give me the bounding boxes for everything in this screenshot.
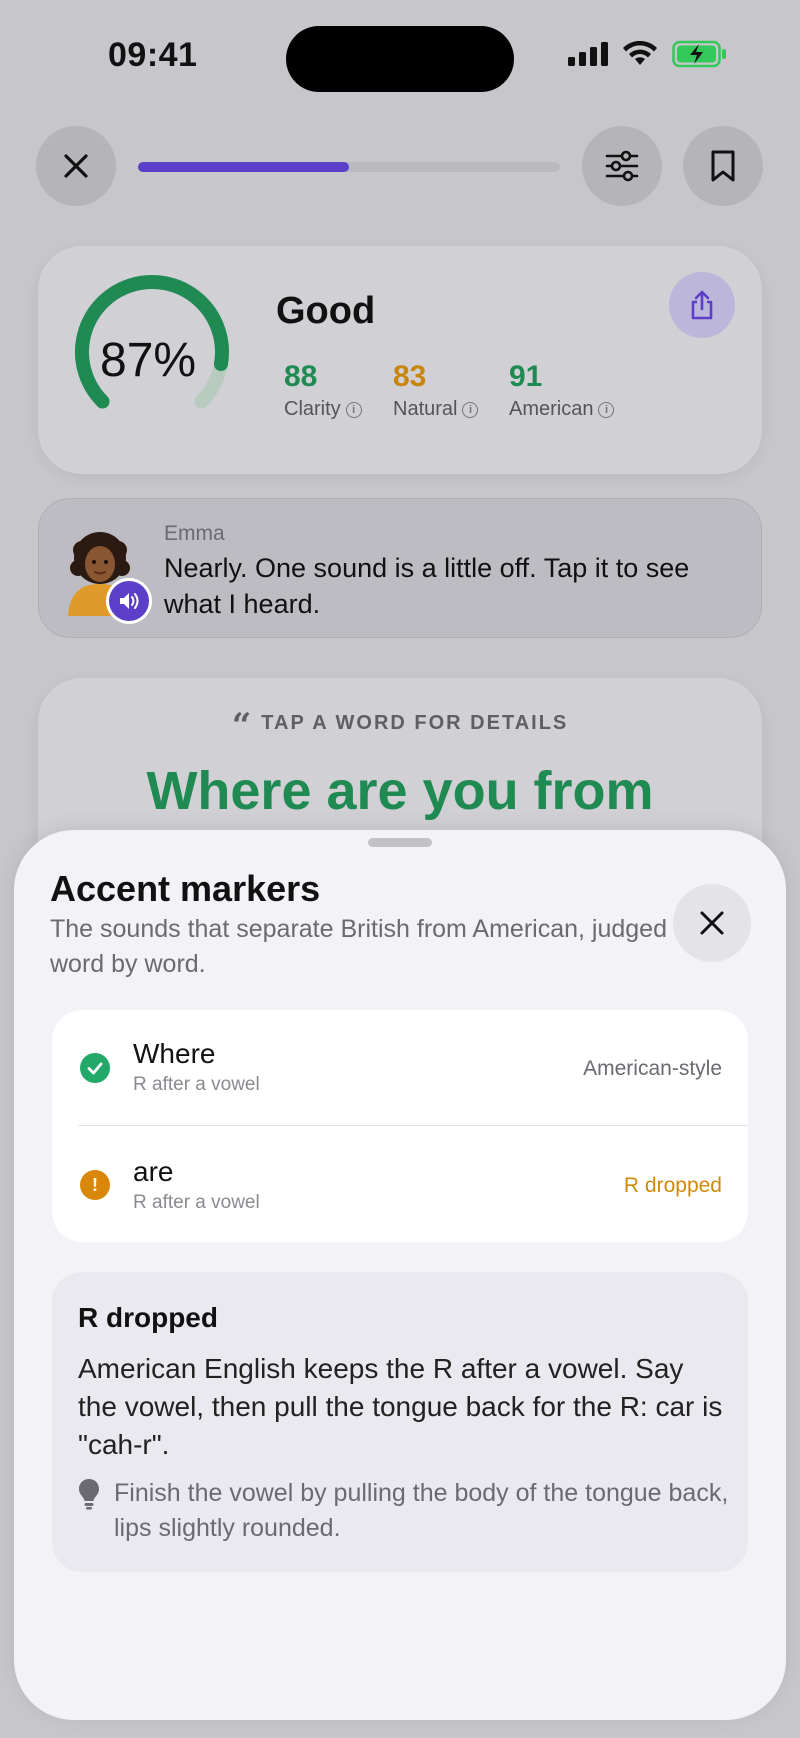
sheet-subtitle: The sounds that separate British from Am… (50, 915, 667, 978)
dynamic-island (286, 26, 514, 92)
marker-status: R dropped (623, 1174, 722, 1197)
score-percent: 87% (100, 334, 197, 387)
sliders-icon (605, 150, 639, 182)
metric-natural[interactable]: 83 Natural i (393, 360, 479, 421)
coach-message: Nearly. One sound is a little off. Tap i… (164, 553, 690, 619)
settings-button[interactable] (582, 126, 662, 206)
check-icon (80, 1053, 110, 1083)
info-icon[interactable]: i (598, 401, 615, 418)
score-grade: Good (276, 290, 376, 332)
quote-icon: “ (231, 706, 254, 746)
play-audio-button[interactable] (106, 578, 152, 624)
sheet-title: Accent markers (50, 868, 321, 909)
share-button[interactable] (669, 272, 735, 338)
cellular-signal-icon (568, 42, 608, 66)
sheet-grabber[interactable] (368, 838, 432, 847)
metric-label: Clarity (284, 398, 341, 420)
tap-hint: “ TAP A WORD FOR DETAILS (0, 706, 800, 746)
metric-value: 91 (509, 360, 543, 393)
marker-sound: R after a vowel (133, 1192, 260, 1213)
tip-text: Finish the vowel by pulling the body of … (114, 1479, 729, 1542)
metric-label: Natural (393, 398, 458, 420)
warning-icon: ! (80, 1170, 110, 1200)
status-icons (568, 40, 728, 68)
wifi-icon (623, 41, 657, 65)
practice-sentence[interactable]: Where are you from (0, 760, 800, 822)
speaker-icon (120, 593, 139, 609)
marker-word: are (133, 1156, 174, 1187)
share-icon (691, 290, 713, 320)
metric-label: American (509, 398, 594, 420)
lesson-progress-fill (138, 162, 349, 172)
marker-sound: R after a vowel (133, 1074, 260, 1095)
sheet-close-button[interactable] (673, 884, 751, 962)
battery-charging-icon (672, 40, 726, 68)
metric-american[interactable]: 91 American i (509, 360, 615, 421)
metric-clarity[interactable]: 88 Clarity i (284, 360, 362, 421)
close-icon (700, 911, 724, 935)
info-icon[interactable]: i (462, 401, 479, 418)
close-lesson-button[interactable] (36, 126, 116, 206)
metric-value: 88 (284, 360, 318, 393)
bookmark-icon (711, 150, 735, 182)
coach-name: Emma (164, 522, 225, 545)
detail-body: American English keeps the R after a vow… (78, 1353, 723, 1460)
info-icon[interactable]: i (345, 401, 362, 418)
lightbulb-icon (79, 1479, 99, 1510)
marker-word: Where (133, 1038, 216, 1069)
close-icon (64, 154, 88, 178)
status-time: 09:41 (108, 36, 198, 74)
detail-tip: Finish the vowel by pulling the body of … (78, 1476, 738, 1546)
tap-hint-text: TAP A WORD FOR DETAILS (261, 712, 569, 734)
metric-value: 83 (393, 360, 427, 393)
lesson-progress-bar (138, 162, 560, 172)
marker-status: American-style (583, 1057, 722, 1080)
bookmark-button[interactable] (683, 126, 763, 206)
detail-title: R dropped (78, 1302, 218, 1333)
